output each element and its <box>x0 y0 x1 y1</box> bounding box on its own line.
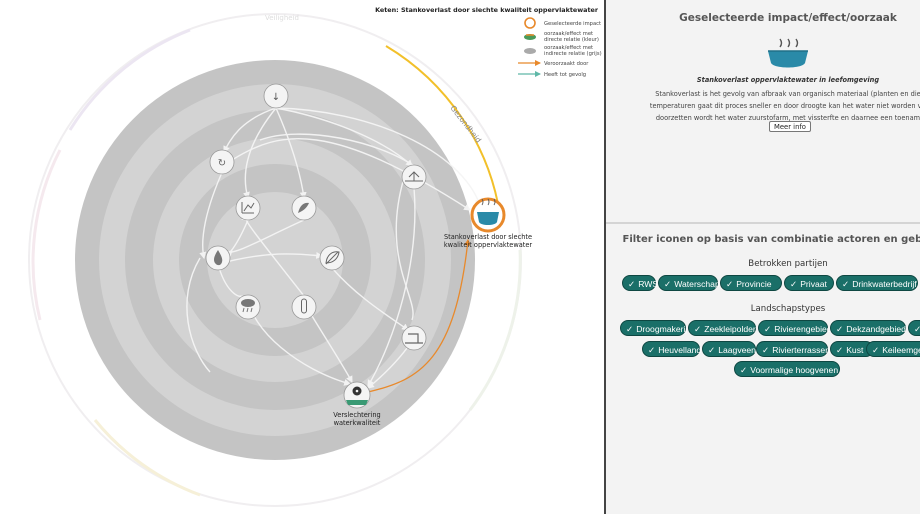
node-drop[interactable] <box>205 245 231 271</box>
filter-pill-label: Privaat <box>800 279 827 289</box>
filter-pill-label: Drinkwaterbedrijf <box>852 279 917 289</box>
checkmark-icon: ✓ <box>726 279 734 289</box>
node-pipe[interactable] <box>401 325 427 351</box>
filter-pill[interactable]: ✓Keileemgebied <box>866 341 920 357</box>
filter-pill[interactable]: ✓ Privaat <box>784 275 834 291</box>
filter-pill[interactable]: ✓ Rivierterrassen <box>756 341 830 357</box>
filter-pill[interactable]: ✓ Drinkwaterbedrijf <box>836 275 918 291</box>
chain-title: Keten: Stankoverlast door slechte kwalit… <box>375 6 599 14</box>
checkmark-icon: ✓ <box>790 279 798 289</box>
checkmark-icon: ✓ <box>762 345 770 355</box>
ring-segment-green <box>468 249 522 411</box>
landscape-heading: Landschapstypes <box>750 304 826 314</box>
node-rain-cloud[interactable] <box>235 294 261 320</box>
checkmark-icon: ✓ <box>836 324 844 334</box>
legend-indirect-label-2: indirecte relatie (grijs) <box>544 51 602 57</box>
node-label-line2: waterkwaliteit <box>334 419 381 427</box>
selected-node-label-line1: Stankoverlast door slechte <box>444 233 532 241</box>
ring-segment-pink <box>31 149 62 321</box>
node-arrow-down[interactable]: ↓ <box>263 83 289 109</box>
checkmark-icon: ✓ <box>708 345 716 355</box>
filter-pill-label: Rivierterrassen <box>772 345 830 355</box>
selected-panel-subtitle: Stankoverlast oppervlaktewater in leefom… <box>696 76 880 84</box>
ring-label-veiligheid: Veiligheid <box>265 14 299 22</box>
legend: Geselecteerde impact oorzaak/effect met … <box>518 17 602 78</box>
filter-pill[interactable]: ✓ Rivierengebied <box>758 320 832 336</box>
filter-panel-title: Filter iconen op basis van combinatie ac… <box>622 234 920 245</box>
filter-pill-label: Droogmakerij <box>636 324 688 334</box>
rain-cloud-icon <box>241 299 255 307</box>
legend-leads-label: Heeft tot gevolg <box>544 72 586 78</box>
node-cycle[interactable]: ↻ <box>209 149 235 175</box>
meer-info-button[interactable]: Meer info <box>769 121 811 132</box>
filter-pill[interactable]: ✓ Droogmakerij <box>620 320 688 336</box>
checkmark-icon: ✓ <box>842 279 850 289</box>
right-sidebar: Geselecteerde impact/effect/oorzaak Stan… <box>606 0 920 514</box>
filter-pill[interactable]: ✓Veen <box>908 320 920 336</box>
checkmark-icon: ✓ <box>764 324 772 334</box>
checkmark-icon: ✓ <box>694 324 702 334</box>
filter-pill-label: Heuvelland <box>658 345 702 355</box>
arrow-down-icon: ↓ <box>272 92 280 103</box>
filter-pill[interactable]: ✓ Voormalige hoogvenen <box>734 361 840 377</box>
node-label-line1: Verslechtering <box>333 411 380 419</box>
description-line-3: doorzetten wordt het water zuurstofarm, … <box>655 114 920 122</box>
checkmark-icon: ✓ <box>914 324 920 334</box>
cycle-icon: ↻ <box>218 158 226 169</box>
partners-heading: Betrokken partijen <box>748 259 828 269</box>
selected-impact-panel: Geselecteerde impact/effect/oorzaak Stan… <box>606 0 920 220</box>
chain-diagram: Gezondheid Veiligheid ↓ ↻ Verslechtering… <box>28 6 602 507</box>
checkmark-icon: ✓ <box>872 345 880 355</box>
filter-pill-label: Keileemgebied <box>882 345 920 355</box>
checkmark-icon: ✓ <box>628 279 636 289</box>
filter-pill-label: Kust <box>846 345 864 355</box>
filter-pill-label: RWS <box>638 279 659 289</box>
node-leaf[interactable] <box>319 245 345 271</box>
legend-cause-label: Veroorzaakt door <box>544 61 589 67</box>
legend-selected-label: Geselecteerde impact <box>544 21 601 27</box>
legend-indirect-icon <box>524 48 536 54</box>
filter-pill[interactable]: ✓ Dekzandgebied <box>830 320 906 336</box>
legend-direct-label-2: directe relatie (kleur) <box>544 37 599 43</box>
filter-pill-label: Rivierengebied <box>774 324 832 334</box>
filter-pill-label: Waterschap <box>674 279 720 289</box>
node-chart[interactable] <box>235 195 261 221</box>
filter-pill-label: Zeekleipolder <box>704 324 756 334</box>
checkmark-icon: ✓ <box>664 279 672 289</box>
filter-pill[interactable]: ✓ Laagveen <box>702 341 756 357</box>
water-bowl-icon <box>477 212 499 225</box>
filter-pill-label: Provincie <box>736 279 772 289</box>
selected-panel-title: Geselecteerde impact/effect/oorzaak <box>679 12 897 24</box>
filter-pill[interactable]: ✓ RWS <box>622 275 659 291</box>
filter-pill[interactable]: ✓ Heuvelland <box>642 341 702 357</box>
filter-pill[interactable]: ✓ Provincie <box>720 275 782 291</box>
selected-panel-description: Stankoverlast is het gevolg van afbraak … <box>616 88 920 124</box>
filter-panel: Filter iconen op basis van combinatie ac… <box>606 222 920 514</box>
filter-pill-label: Voormalige hoogvenen <box>750 365 839 375</box>
node-test-tube[interactable] <box>291 294 317 320</box>
filter-pill[interactable]: ✓ Zeekleipolder <box>688 320 756 336</box>
filter-pill-label: Laagveen <box>718 345 756 355</box>
legend-selected-icon <box>524 17 536 29</box>
filter-pill-label: Dekzandgebied <box>846 324 906 334</box>
chain-diagram-panel: Gezondheid Veiligheid ↓ ↻ Verslechtering… <box>0 0 604 514</box>
filter-pill[interactable]: ✓ Waterschap <box>658 275 720 291</box>
checkmark-icon: ✓ <box>626 324 634 334</box>
water-bowl-icon <box>768 38 808 68</box>
checkmark-icon: ✓ <box>836 345 844 355</box>
node-hand-plant[interactable] <box>291 195 317 221</box>
node-field[interactable] <box>401 164 427 190</box>
checkmark-icon: ✓ <box>648 345 656 355</box>
selected-node-label-line2: kwaliteit oppervlaktewater <box>444 241 533 249</box>
checkmark-icon: ✓ <box>740 365 748 375</box>
ring-label-gezondheid: Gezondheid <box>448 104 483 145</box>
description-line-1: Stankoverlast is het gevolg van afbraak … <box>655 90 920 98</box>
description-line-2: temperaturen gaat dit proces sneller en … <box>649 102 920 110</box>
